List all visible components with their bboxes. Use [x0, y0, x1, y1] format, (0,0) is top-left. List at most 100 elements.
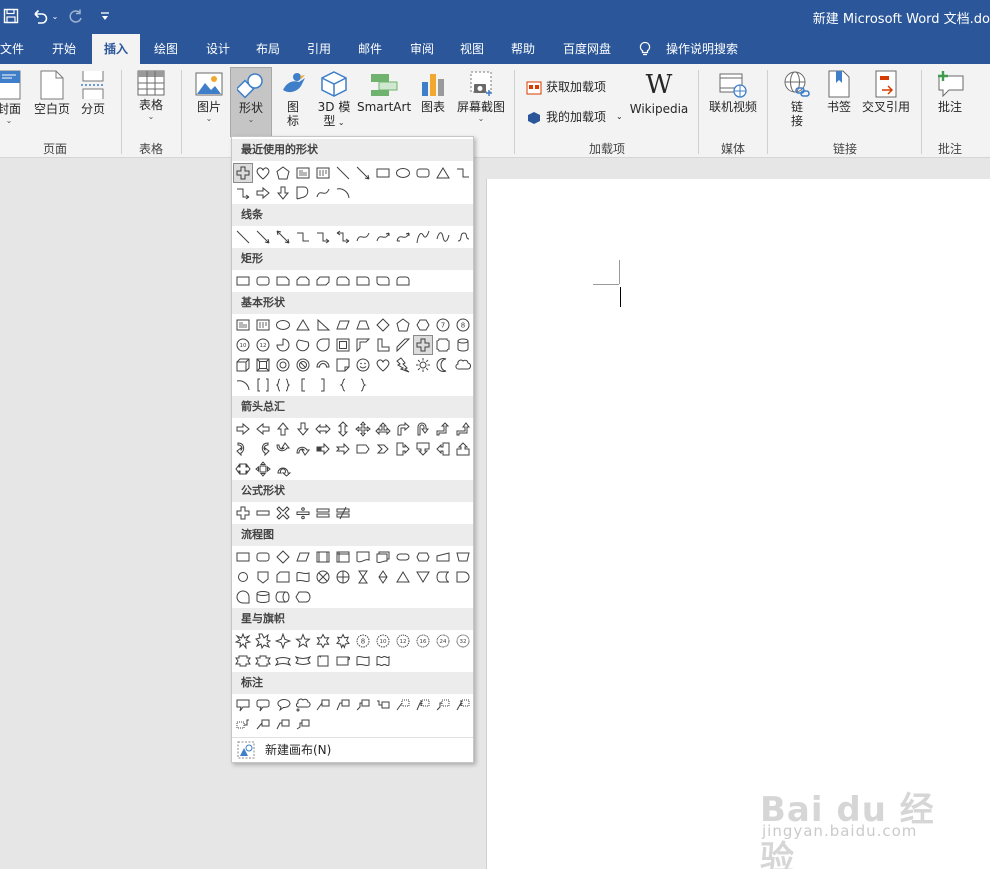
shape-seqaccess[interactable] — [233, 587, 253, 607]
undo-dropdown-icon[interactable]: ⌄ — [50, 5, 60, 27]
shape-acallout1[interactable] — [393, 695, 413, 715]
shape-stripedarrow[interactable] — [313, 439, 333, 459]
shape-quadcallout[interactable] — [253, 459, 273, 479]
tell-me-search[interactable]: 操作说明搜索 — [656, 34, 748, 64]
shape-arrowline[interactable] — [253, 227, 273, 247]
shape-doublewave[interactable] — [373, 651, 393, 671]
shape-uturn[interactable] — [413, 419, 433, 439]
table-button[interactable]: 表格 ⌄ — [134, 70, 168, 122]
undo-icon[interactable] — [30, 5, 50, 27]
shape-parallelogram[interactable] — [333, 315, 353, 335]
shape-udarrow[interactable] — [333, 419, 353, 439]
shape-moon[interactable] — [433, 355, 453, 375]
shape-mdivide[interactable] — [293, 503, 313, 523]
shape-ovalcallout[interactable] — [273, 695, 293, 715]
shape-bcallout4[interactable] — [293, 715, 313, 735]
shape-card[interactable] — [273, 567, 293, 587]
shape-teardrop[interactable] — [313, 335, 333, 355]
shape-uarrow[interactable] — [273, 419, 293, 439]
comment-button[interactable]: 批注 — [932, 70, 968, 114]
link-button[interactable]: 链 接 — [780, 70, 814, 128]
shape-bcallout2[interactable] — [253, 715, 273, 735]
shape-rightbrace[interactable] — [353, 375, 373, 395]
shape-lshape[interactable] — [373, 335, 393, 355]
shape-bracketpair[interactable] — [253, 375, 273, 395]
shape-freeform[interactable] — [413, 227, 433, 247]
new-drawing-canvas-button[interactable]: 新建画布(N) — [232, 737, 473, 761]
shape-star7[interactable] — [333, 631, 353, 651]
shape-scribble2[interactable] — [453, 227, 473, 247]
save-icon[interactable] — [2, 5, 20, 27]
shape-leftbrace[interactable] — [333, 375, 353, 395]
tab-design[interactable]: 设计 — [196, 34, 240, 64]
shape-textbox[interactable] — [293, 163, 313, 183]
icons-button[interactable]: 图 标 — [277, 70, 309, 128]
shape-sort[interactable] — [373, 567, 393, 587]
shape-star10[interactable]: 10 — [373, 631, 393, 651]
shape-curvedright[interactable] — [233, 439, 253, 459]
shape-line[interactable] — [333, 163, 353, 183]
tab-mailings[interactable]: 邮件 — [348, 34, 392, 64]
shape-heart[interactable] — [373, 355, 393, 375]
shape-elbowarrow[interactable] — [233, 183, 253, 203]
shape-quadarrow[interactable] — [353, 419, 373, 439]
screenshot-button[interactable]: 屏幕截图 ⌄ — [454, 70, 508, 124]
shape-star12[interactable]: 12 — [393, 631, 413, 651]
shape-donut[interactable] — [273, 355, 293, 375]
shape-acallout4[interactable] — [453, 695, 473, 715]
online-video-button[interactable]: 联机视频 — [706, 70, 760, 114]
shape-acallout2[interactable] — [413, 695, 433, 715]
shape-bracepair[interactable] — [273, 375, 293, 395]
shape-curve[interactable] — [353, 227, 373, 247]
shape-snip3[interactable] — [313, 271, 333, 291]
shape-arc[interactable] — [233, 375, 253, 395]
shape-frame[interactable] — [333, 335, 353, 355]
wikipedia-button[interactable]: W Wikipedia — [628, 70, 690, 116]
shape-storeddata[interactable] — [433, 567, 453, 587]
shape-acallout3[interactable] — [433, 695, 453, 715]
shape-arrowline[interactable] — [353, 163, 373, 183]
shape-merge[interactable] — [413, 567, 433, 587]
shape-rectcallout[interactable] — [233, 695, 253, 715]
shape-heart[interactable] — [253, 163, 273, 183]
shape-vtextbox[interactable] — [253, 315, 273, 335]
shape-pie[interactable] — [273, 335, 293, 355]
shape-snip2[interactable] — [293, 271, 313, 291]
shape-elbow[interactable] — [293, 227, 313, 247]
tab-insert[interactable]: 插入 — [92, 34, 140, 64]
shape-rightbracket[interactable] — [313, 375, 333, 395]
shape-rarrow[interactable] — [253, 183, 273, 203]
tab-file[interactable]: 文件 — [0, 34, 34, 64]
shape-directaccess[interactable] — [273, 587, 293, 607]
shape-multidoc[interactable] — [373, 547, 393, 567]
shape-textbox[interactable] — [233, 315, 253, 335]
shape-ribbonup[interactable] — [253, 651, 273, 671]
shape-roundrect[interactable] — [253, 547, 273, 567]
smartart-button[interactable]: SmartArt — [357, 70, 411, 114]
shape-lrarrow[interactable] — [313, 419, 333, 439]
shape-sun[interactable] — [413, 355, 433, 375]
my-addins-button[interactable]: 我的加载项 ⌄ — [526, 108, 623, 125]
shape-bevel[interactable] — [253, 355, 273, 375]
shape-offpage[interactable] — [253, 567, 273, 587]
shape-roundrect[interactable] — [413, 163, 433, 183]
shape-darrow[interactable] — [273, 183, 293, 203]
tab-help[interactable]: 帮助 — [501, 34, 545, 64]
shape-diamond[interactable] — [273, 547, 293, 567]
shape-triangle[interactable] — [433, 163, 453, 183]
shape-curvedribbondown[interactable] — [273, 651, 293, 671]
shape-halfframe[interactable] — [353, 335, 373, 355]
shape-elbowarrow[interactable] — [313, 227, 333, 247]
shape-linecallout2[interactable] — [333, 695, 353, 715]
shape-bentup[interactable] — [453, 419, 473, 439]
shape-vtextbox[interactable] — [313, 163, 333, 183]
shape-chevron[interactable] — [373, 439, 393, 459]
shape-mmultiply[interactable] — [273, 503, 293, 523]
shape-hexagon[interactable] — [413, 315, 433, 335]
shape-decagon[interactable]: 10 — [233, 335, 253, 355]
cross-reference-button[interactable]: 交叉引用 — [860, 70, 912, 114]
shape-lrcallout[interactable] — [233, 459, 253, 479]
tab-layout[interactable]: 布局 — [246, 34, 290, 64]
blank-page-button[interactable]: 空白页 — [32, 70, 72, 116]
shape-trapezoid[interactable] — [353, 315, 373, 335]
